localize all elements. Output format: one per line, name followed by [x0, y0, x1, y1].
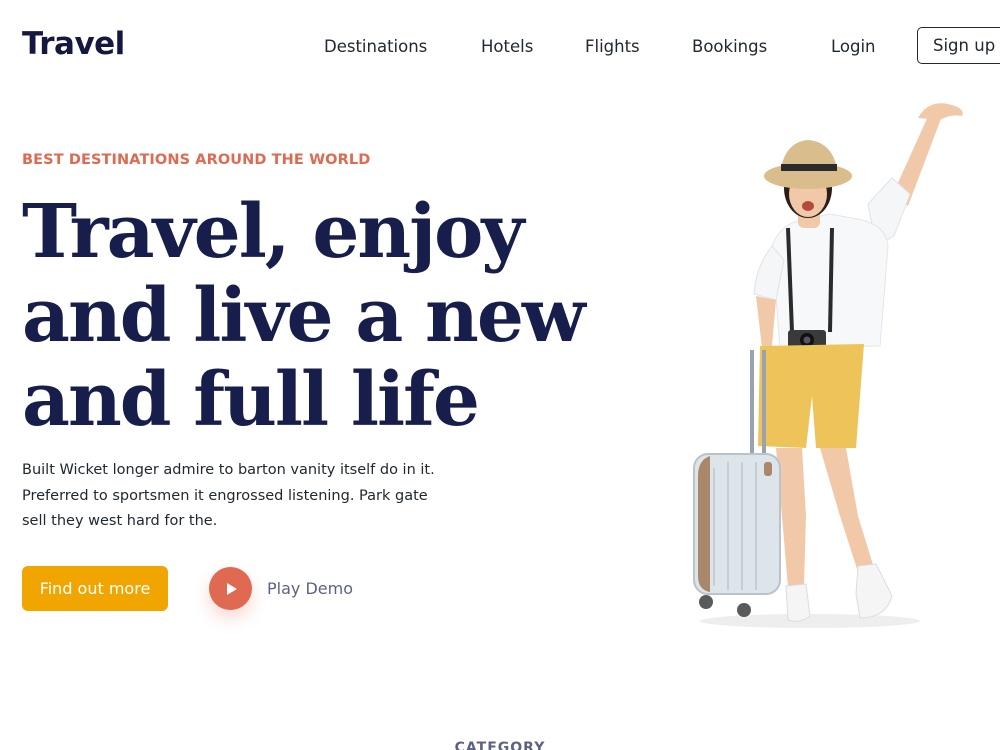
- description-line: Built Wicket longer admire to barton van…: [22, 462, 435, 478]
- top-navbar: Travel Destinations Hotels Flights Booki…: [0, 0, 1000, 92]
- hero-headline: Travel, enjoy and live a new and full li…: [22, 189, 586, 443]
- traveler-illustration: [693, 103, 963, 628]
- play-icon: [226, 582, 237, 595]
- find-out-more-button[interactable]: Find out more: [22, 566, 168, 611]
- play-demo-label: Play Demo: [267, 579, 353, 598]
- nav-link-hotels[interactable]: Hotels: [481, 37, 533, 56]
- signup-button[interactable]: Sign up: [917, 27, 1000, 64]
- headline-line: and full life: [22, 357, 480, 443]
- hero-eyebrow: BEST DESTINATIONS AROUND THE WORLD: [22, 152, 371, 168]
- play-button-circle[interactable]: [209, 567, 252, 610]
- description-line: Preferred to sportsmen it engrossed list…: [22, 487, 428, 504]
- brand-logo[interactable]: Travel: [22, 26, 125, 62]
- category-section-label: CATEGORY: [454, 740, 546, 750]
- description-line: sell they west hard for the.: [22, 513, 218, 529]
- nav-link-flights[interactable]: Flights: [585, 37, 640, 56]
- headline-line: and live a new: [22, 273, 586, 359]
- play-demo-button[interactable]: Play Demo: [209, 567, 353, 610]
- hero-description: Built Wicket longer admire to barton van…: [22, 458, 462, 535]
- nav-link-bookings[interactable]: Bookings: [692, 37, 767, 56]
- nav-link-login[interactable]: Login: [831, 37, 876, 56]
- headline-line: Travel, enjoy: [22, 189, 524, 275]
- nav-link-destinations[interactable]: Destinations: [324, 37, 427, 56]
